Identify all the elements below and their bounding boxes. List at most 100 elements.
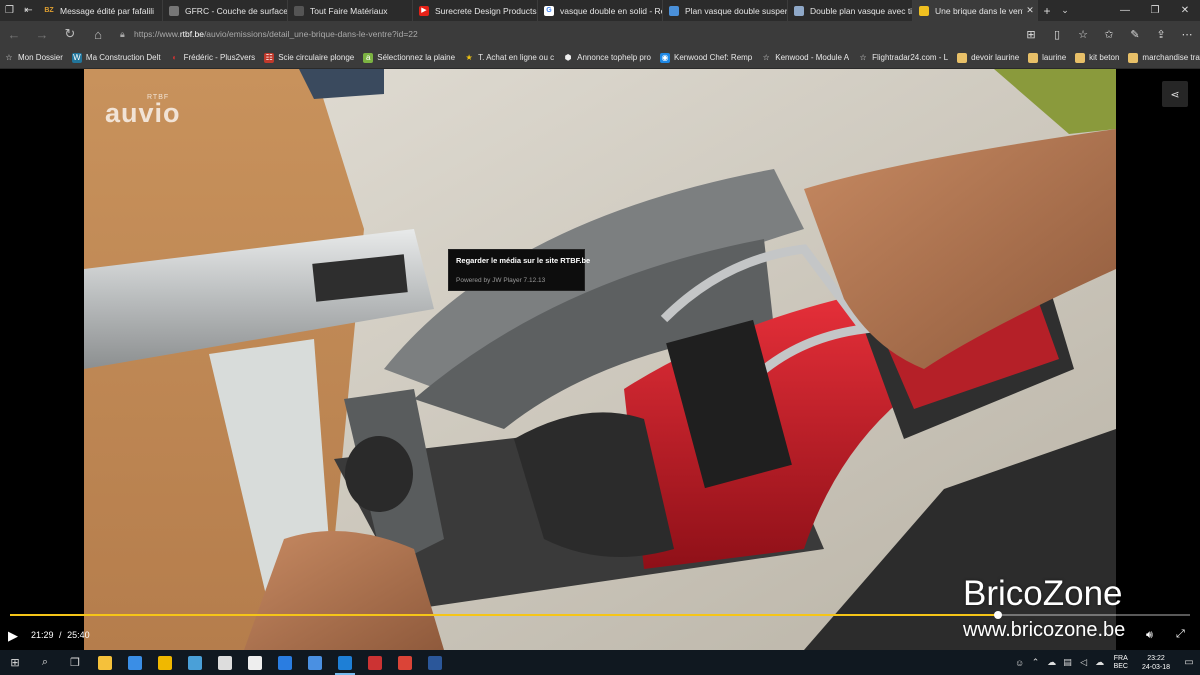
refresh-icon[interactable]: ↻ (56, 21, 84, 47)
tab-1[interactable]: GFRC - Couche de surface p (163, 0, 288, 21)
favorite-label: Scie circulaire plonge (278, 53, 355, 62)
app-at-icon[interactable] (300, 650, 330, 675)
favorite-item-8[interactable]: ☆ Kenwood - Module A (761, 53, 849, 63)
current-time: 21:29 (31, 630, 54, 640)
favorite-item-13[interactable]: marchandise travaux (1128, 52, 1200, 63)
video-player[interactable]: RTBF auvio Regarder le média sur le site… (84, 69, 1116, 650)
tab-6[interactable]: Double plan vasque avec tir (788, 0, 913, 21)
file-explorer-icon[interactable] (90, 650, 120, 675)
taskbar: ⊞ ⌕ ❐ ☺ ⌃ ☁ ▤ ◁ ☁ FRA BEC 23:22 24-03-18… (0, 650, 1200, 675)
favorite-icon (1075, 52, 1086, 63)
tab-preview-icon[interactable]: ❐ (0, 0, 19, 21)
favorite-item-7[interactable]: ◉ Kenwood Chef: Remp (659, 52, 752, 63)
favorite-label: Ma Construction Delt (85, 53, 161, 62)
favorite-item-10[interactable]: devoir laurine (957, 52, 1019, 63)
app-at-glyph (308, 655, 322, 670)
favorites-hub-icon[interactable]: ✩ (1096, 28, 1122, 41)
cloud-icon[interactable]: ☁ (1044, 657, 1060, 668)
favorite-icon (1028, 52, 1039, 63)
favorite-item-9[interactable]: ☆ Flightradar24.com - L (858, 53, 948, 63)
tab-4[interactable]: Gvasque double en solid - Re (538, 0, 663, 21)
favorite-item-0[interactable]: ☆ Mon Dossier (4, 53, 63, 63)
watermark-title: BricoZone (963, 574, 1123, 613)
volume-icon[interactable]: 🔊︎ (1146, 629, 1153, 642)
reading-view-icon[interactable]: ▯ (1044, 28, 1070, 41)
task-view-icon[interactable]: ❐ (60, 650, 90, 675)
app-network-glyph (188, 655, 202, 670)
web-note-icon[interactable]: ✎ (1122, 28, 1148, 41)
app-network-icon[interactable] (180, 650, 210, 675)
minimize-icon[interactable]: — (1110, 0, 1140, 21)
tab-favicon-icon: G (544, 5, 554, 16)
restore-icon[interactable]: ❐ (1140, 0, 1170, 21)
favorite-item-4[interactable]: a Sélectionnez la plaine (363, 52, 455, 63)
app-notes-icon[interactable] (240, 650, 270, 675)
close-window-icon[interactable]: ✕ (1170, 0, 1200, 21)
tab-favicon-icon (169, 5, 179, 16)
clock[interactable]: 23:22 24-03-18 (1142, 654, 1170, 672)
favorite-label: kit beton (1089, 53, 1120, 62)
url-field[interactable]: 🔒︎ https://www. rtbf.be/auvio/emissions/d… (120, 24, 1000, 44)
clock-time: 23:22 (1147, 654, 1165, 662)
network-icon[interactable]: ▤ (1060, 657, 1076, 668)
more-icon[interactable]: ⋯ (1174, 28, 1200, 41)
windows-start-icon[interactable]: ⊞ (0, 650, 30, 675)
new-tab-icon[interactable]: + (1038, 0, 1056, 21)
app-user-glyph (218, 655, 232, 670)
tabs: BZ Message édité par fafalili GFRC - Couch… (38, 0, 1038, 21)
favorite-item-12[interactable]: kit beton (1075, 52, 1120, 63)
notifications-icon[interactable]: ▭ (1178, 657, 1200, 668)
app-yellow-icon[interactable] (150, 650, 180, 675)
fullscreen-icon[interactable]: ⤢ (1176, 628, 1185, 641)
context-menu-powered-by[interactable]: Powered by JW Player 7.12.13 (456, 277, 545, 284)
tab-3[interactable]: ▶ Surecrete Design Products - (413, 0, 538, 21)
tab-close-icon[interactable]: ✕ (1023, 5, 1037, 16)
favorite-item-11[interactable]: laurine (1028, 52, 1066, 63)
tab-favicon-icon (919, 5, 929, 16)
favorite-item-1[interactable]: W Ma Construction Delt (71, 52, 161, 63)
favorite-label: T. Achat en ligne ou c (478, 53, 555, 62)
tab-5[interactable]: Plan vasque double suspen (663, 0, 788, 21)
store-icon[interactable] (120, 650, 150, 675)
input-language[interactable]: FRA BEC (1114, 655, 1128, 671)
progress-bar[interactable] (10, 611, 1190, 619)
tab-7[interactable]: Une brique dans le vent ✕ (913, 0, 1038, 21)
favorite-icon: ◉ (659, 52, 670, 63)
favorite-star-icon[interactable]: ☆ (1070, 28, 1096, 41)
word-glyph (428, 655, 442, 670)
store-glyph (128, 655, 142, 670)
app-game-icon[interactable] (360, 650, 390, 675)
tab-0[interactable]: BZ Message édité par fafalili (38, 0, 163, 21)
play-icon[interactable]: ▶ (8, 628, 18, 644)
share-video-icon[interactable]: ⋖ (1162, 81, 1188, 107)
favorite-icon: ☷ (264, 52, 275, 63)
favorite-item-5[interactable]: ★ T. Achat en ligne ou c (464, 53, 554, 63)
edge-icon[interactable] (330, 650, 360, 675)
tab-favicon-icon: ▶ (419, 5, 429, 16)
favorite-icon: ☆ (5, 52, 13, 62)
tab-list-chevron-icon[interactable]: ⌄ (1056, 0, 1074, 21)
favorite-item-3[interactable]: ☷ Scie circulaire plonge (264, 52, 355, 63)
context-menu-watch-link[interactable]: Regarder le média sur le site RTBF.be (456, 256, 590, 265)
app-user-icon[interactable] (210, 650, 240, 675)
favorite-label: Frédéric - Plus2vers (183, 53, 256, 62)
people-icon[interactable]: ☺ (1012, 658, 1028, 668)
search-icon[interactable]: ⌕ (30, 650, 60, 675)
favorite-item-6[interactable]: ⬢ Annonce tophelp pro (563, 53, 651, 63)
app-calc-icon[interactable] (270, 650, 300, 675)
tab-2[interactable]: Tout Faire Matériaux (288, 0, 413, 21)
app-notes-glyph (248, 655, 262, 670)
speaker-icon[interactable]: ◁ (1076, 657, 1092, 668)
share-icon[interactable]: ⇪ (1148, 28, 1174, 41)
back-icon[interactable]: ← (0, 21, 28, 47)
extension-icon[interactable]: ⊞ (1018, 28, 1044, 41)
chrome-icon[interactable] (390, 650, 420, 675)
word-icon[interactable] (420, 650, 450, 675)
home-icon[interactable]: ⌂ (84, 21, 112, 47)
favorite-icon: ◐ (172, 52, 178, 62)
tray-chevron-icon[interactable]: ⌃ (1028, 657, 1044, 668)
set-aside-tabs-icon[interactable]: ⇤ (19, 0, 38, 21)
favorite-item-2[interactable]: ◐ Frédéric - Plus2vers (170, 52, 256, 63)
onedrive-icon[interactable]: ☁ (1092, 657, 1108, 668)
forward-icon[interactable]: → (28, 21, 56, 47)
